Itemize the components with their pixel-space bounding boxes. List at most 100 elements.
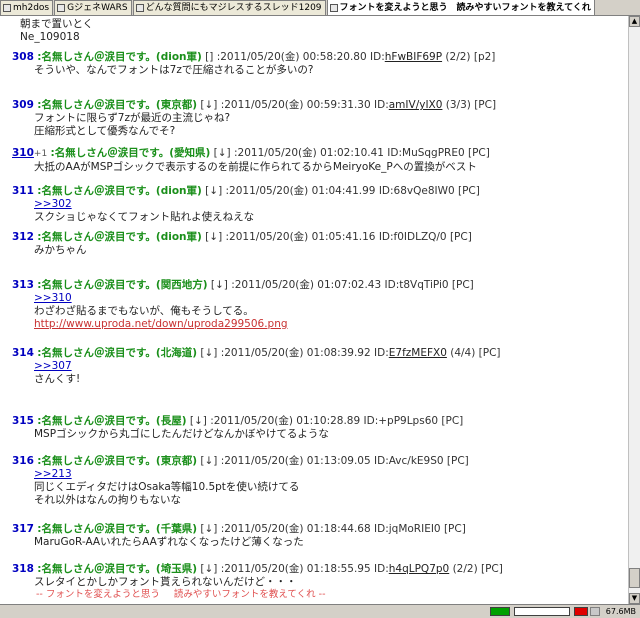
post-header: 310+1 :名無しさん＠涙目です。(愛知県) [↓] :2011/05/20(… bbox=[12, 147, 622, 161]
tab-mh2dos[interactable]: mh2dos bbox=[0, 0, 54, 15]
poster-name: :名無しさん＠涙目です。 bbox=[37, 51, 156, 63]
poster-name: :名無しさん＠涙目です。 bbox=[37, 279, 156, 291]
mail-field[interactable]: [↓] bbox=[200, 99, 217, 111]
post-date: :2011/05/20(金) 01:04:41.99 bbox=[225, 185, 376, 197]
post-line: みかちゃん bbox=[34, 244, 87, 256]
post-number[interactable]: 316 bbox=[12, 455, 34, 467]
post: 310+1 :名無しさん＠涙目です。(愛知県) [↓] :2011/05/20(… bbox=[12, 147, 622, 174]
poster-id[interactable]: h4qLPQ7p0 bbox=[389, 563, 449, 575]
connection-gauge-icon bbox=[490, 607, 510, 616]
post-header: 311 :名無しさん＠涙目です。(dion軍) [↓] :2011/05/20(… bbox=[12, 185, 622, 198]
post-number[interactable]: 311 bbox=[12, 185, 34, 197]
poster-name: :名無しさん＠涙目です。 bbox=[37, 231, 156, 243]
poster-id[interactable]: amIV/yIX0 bbox=[389, 99, 443, 111]
post-number[interactable]: 317 bbox=[12, 523, 34, 535]
mail-field[interactable]: [↓] bbox=[200, 455, 217, 467]
post-number[interactable]: 312 bbox=[12, 231, 34, 243]
post-number[interactable]: 318 bbox=[12, 563, 34, 575]
poster-id: ID:f0IDLZQ/0 [PC] bbox=[378, 231, 472, 243]
thread-view: 朝まで置いとく Ne_109018 308 :名無しさん＠涙目です。(dion軍… bbox=[6, 18, 624, 600]
poster-location: (dion軍) bbox=[155, 231, 202, 243]
mail-field[interactable]: [↓] bbox=[190, 415, 207, 427]
mail-field[interactable]: [↓] bbox=[205, 185, 222, 197]
poster-location: (関西地方) bbox=[155, 279, 208, 291]
id-label: ID: bbox=[370, 51, 385, 63]
post-line: 圧縮形式として優秀なんでそ? bbox=[34, 125, 176, 137]
scrollbar-thumb[interactable] bbox=[629, 568, 640, 588]
post-line: さんくす! bbox=[34, 373, 81, 385]
post: 309 :名無しさん＠涙目です。(東京都) [↓] :2011/05/20(金)… bbox=[12, 99, 622, 138]
mail-field[interactable]: [↓] bbox=[200, 347, 217, 359]
poster-name: :名無しさん＠涙目です。 bbox=[37, 455, 156, 467]
progress-bar bbox=[514, 607, 570, 616]
mail-field[interactable]: [↓] bbox=[200, 563, 217, 575]
scroll-down-arrow-icon[interactable]: ▼ bbox=[629, 593, 640, 604]
reply-anchor-link[interactable]: >>310 bbox=[34, 292, 622, 305]
post-body: みかちゃん bbox=[12, 244, 622, 257]
post: 311 :名無しさん＠涙目です。(dion軍) [↓] :2011/05/20(… bbox=[12, 185, 622, 224]
post-count-info: (4/4) [PC] bbox=[450, 347, 501, 359]
poster-location: (dion軍) bbox=[155, 51, 202, 63]
post-line: MaruGoR-AAいれたらAAずれなくなったけど薄くなった bbox=[34, 536, 304, 548]
scroll-up-arrow-icon[interactable]: ▲ bbox=[629, 16, 640, 27]
poster-name: :名無しさん＠涙目です。 bbox=[37, 563, 156, 575]
poster-location: (東京都) bbox=[155, 455, 198, 467]
poster-id[interactable]: hFwBIF69P bbox=[385, 51, 442, 63]
tab-majiresu-thread[interactable]: どんな質問にもマジレスするスレッド1209 bbox=[132, 0, 326, 15]
poster-id[interactable]: E7fzMEFX0 bbox=[389, 347, 447, 359]
footer-thread-title-1[interactable]: -- フォントを変えようと思う bbox=[36, 589, 160, 600]
poster-id: ID:MuSqgPRE0 [PC] bbox=[387, 147, 490, 159]
tab-g-gene-wars[interactable]: GジェネWARS bbox=[54, 0, 132, 15]
post-header: 313 :名無しさん＠涙目です。(関西地方) [↓] :2011/05/20(金… bbox=[12, 279, 622, 292]
post-header: 312 :名無しさん＠涙目です。(dion軍) [↓] :2011/05/20(… bbox=[12, 231, 622, 244]
post-body: そういや、なんでフォントは7zで圧縮されることが多いの? bbox=[12, 64, 622, 77]
alert-indicator-icon bbox=[574, 607, 588, 616]
post-number[interactable]: 308 bbox=[12, 51, 34, 63]
poster-id: ID:t8VqTiPi0 [PC] bbox=[384, 279, 474, 291]
post-number[interactable]: 310 bbox=[12, 147, 34, 159]
poster-name: :名無しさん＠涙目です。 bbox=[37, 99, 156, 111]
poster-id: ID:Avc/kE9S0 [PC] bbox=[374, 455, 469, 467]
post: 317 :名無しさん＠涙目です。(千葉県) [↓] :2011/05/20(金)… bbox=[12, 523, 622, 549]
mail-field[interactable]: [↓] bbox=[211, 279, 228, 291]
post-number[interactable]: 313 bbox=[12, 279, 34, 291]
post-date: :2011/05/20(金) 01:05:41.16 bbox=[225, 231, 376, 243]
mail-field[interactable]: [↓] bbox=[205, 231, 222, 243]
mail-field[interactable]: [↓] bbox=[214, 147, 231, 159]
post-date: :2011/05/20(金) 01:18:44.68 bbox=[220, 523, 371, 535]
thread-icon bbox=[3, 4, 11, 12]
post-line: そういや、なんでフォントは7zで圧縮されることが多いの? bbox=[34, 64, 314, 76]
post-date: :2011/05/20(金) 01:10:28.89 bbox=[210, 415, 361, 427]
reply-anchor-link[interactable]: >>213 bbox=[34, 468, 622, 481]
reply-anchor-link[interactable]: >>307 bbox=[34, 360, 622, 373]
post-line: MSPゴシックから丸ゴにしたんだけどなんかぼやけてるような bbox=[34, 428, 329, 440]
post-date: :2011/05/20(金) 01:18:55.95 bbox=[220, 563, 371, 575]
post-number[interactable]: 314 bbox=[12, 347, 34, 359]
post-header: 314 :名無しさん＠涙目です。(北海道) [↓] :2011/05/20(金)… bbox=[12, 347, 622, 360]
poster-location: (東京都) bbox=[155, 99, 198, 111]
tab-font-thread[interactable]: フォントを変えようと思う 読みやすいフォントを教えてくれ bbox=[326, 0, 595, 15]
post-count-info: (3/3) [PC] bbox=[445, 99, 497, 111]
url-link[interactable]: http://www.uproda.net/down/uproda299506.… bbox=[34, 318, 622, 331]
reply-count: +1 bbox=[33, 149, 48, 159]
mail-field[interactable]: [] bbox=[205, 51, 213, 63]
poster-name: :名無しさん＠涙目です。 bbox=[37, 185, 156, 197]
vertical-scrollbar[interactable]: ▲ ▼ bbox=[628, 16, 640, 604]
poster-location: (埼玉県) bbox=[155, 563, 198, 575]
mail-field[interactable]: [↓] bbox=[200, 523, 217, 535]
reply-anchor-link[interactable]: >>302 bbox=[34, 198, 622, 211]
poster-name: :名無しさん＠涙目です。 bbox=[50, 147, 170, 159]
post-number[interactable]: 309 bbox=[12, 99, 34, 111]
thread-icon bbox=[329, 3, 338, 12]
post-header: 308 :名無しさん＠涙目です。(dion軍) [] :2011/05/20(金… bbox=[12, 51, 622, 64]
poster-id: ID:68vQe8IW0 [PC] bbox=[378, 185, 480, 197]
post-header: 315 :名無しさん＠涙目です。(長屋) [↓] :2011/05/20(金) … bbox=[12, 415, 622, 428]
thread-icon bbox=[57, 4, 66, 12]
poster-location: (千葉県) bbox=[155, 523, 198, 535]
post-number[interactable]: 315 bbox=[12, 415, 34, 427]
footer-thread-title-2[interactable]: 読みやすいフォントを教えてくれ -- bbox=[174, 589, 326, 600]
thread-icon bbox=[135, 4, 144, 12]
post-line: フォントに限らず7zが最近の主流じゃね? bbox=[34, 112, 231, 124]
memory-usage: 67.6MB bbox=[605, 607, 636, 616]
post-header: 318 :名無しさん＠涙目です。(埼玉県) [↓] :2011/05/20(金)… bbox=[12, 563, 622, 576]
